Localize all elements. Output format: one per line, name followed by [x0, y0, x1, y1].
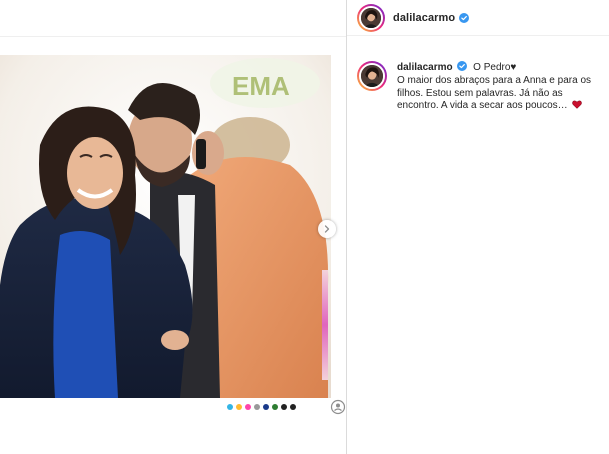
header-username[interactable]: dalilacarmo	[393, 12, 455, 24]
avatar[interactable]	[357, 3, 385, 32]
carousel-dot	[236, 404, 242, 410]
avatar-image	[361, 65, 383, 87]
top-divider	[0, 36, 346, 37]
carousel-dot	[227, 404, 233, 410]
post-header: dalilacarmo	[347, 0, 609, 36]
instagram-post-view: EMA dalilacarmo dalilacarmo O Pedro♥ O m…	[0, 0, 609, 454]
carousel-dot	[263, 404, 269, 410]
carousel-dot	[281, 404, 287, 410]
carousel-dot	[272, 404, 278, 410]
verified-badge-icon	[457, 61, 468, 71]
media-panel: EMA	[0, 0, 346, 454]
carousel-dot	[290, 404, 296, 410]
photo-illustration: EMA	[0, 55, 331, 398]
photo-edge-highlight	[322, 270, 328, 380]
sign-text: EMA	[232, 71, 290, 101]
carousel-next-button[interactable]	[318, 220, 336, 238]
post-caption: dalilacarmo O Pedro♥ O maior dos abraços…	[357, 61, 607, 113]
panel-divider	[346, 0, 347, 454]
heart-icon	[572, 100, 583, 110]
verified-badge-icon	[459, 12, 470, 23]
caption-username[interactable]: dalilacarmo	[397, 62, 453, 73]
carousel-dot	[254, 404, 260, 410]
carousel-indicator	[227, 404, 296, 410]
background-sign: EMA	[210, 58, 320, 108]
chevron-right-icon	[324, 225, 330, 233]
caption-avatar[interactable]	[357, 61, 387, 91]
caption-body: dalilacarmo O Pedro♥ O maior dos abraços…	[397, 61, 607, 113]
tagged-users-icon[interactable]	[330, 399, 346, 415]
post-photo[interactable]: EMA	[0, 55, 331, 398]
carousel-dot	[245, 404, 251, 410]
avatar-image	[361, 7, 381, 28]
